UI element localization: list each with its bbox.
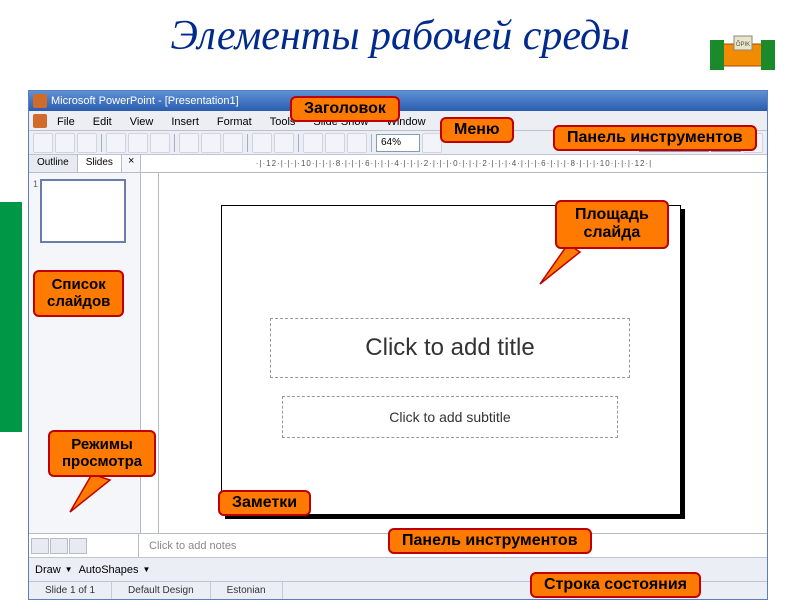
- status-design: Default Design: [112, 582, 211, 599]
- decor-green-left: [0, 202, 22, 432]
- menu-format[interactable]: Format: [209, 114, 260, 130]
- thumbnail-list: 1: [29, 173, 140, 533]
- callout-toolbar-bottom: Панель инструментов: [388, 528, 592, 554]
- callout-status: Строка состояния: [530, 572, 701, 598]
- slide-canvas[interactable]: Click to add title Click to add subtitle: [221, 205, 681, 515]
- separator: [298, 134, 299, 152]
- thumb-number: 1: [33, 179, 38, 189]
- help-button[interactable]: [422, 133, 442, 153]
- status-language: Estonian: [211, 582, 283, 599]
- callout-toolbar-top: Панель инструментов: [553, 125, 757, 151]
- redo-button[interactable]: [274, 133, 294, 153]
- undo-button[interactable]: [252, 133, 272, 153]
- menu-file[interactable]: File: [49, 114, 83, 130]
- opik-logo: ÕPIK: [710, 30, 775, 78]
- callout-menu: Меню: [440, 117, 514, 143]
- notes-placeholder[interactable]: Click to add notes: [139, 540, 236, 552]
- powerpoint-window: Microsoft PowerPoint - [Presentation1] F…: [28, 90, 768, 600]
- save-button[interactable]: [77, 133, 97, 153]
- separator: [247, 134, 248, 152]
- autoshapes-menu[interactable]: AutoShapes: [77, 564, 141, 576]
- doc-icon: [33, 114, 47, 128]
- horizontal-ruler: ·|·12·|·|·|·10·|·|·|·8·|·|·|·6·|·|·|·4·|…: [141, 155, 767, 173]
- draw-menu[interactable]: Draw: [33, 564, 63, 576]
- table-button[interactable]: [325, 133, 345, 153]
- callout-slide-area: Площадь слайда: [555, 200, 669, 249]
- tab-slides[interactable]: Slides: [78, 155, 122, 172]
- subtitle-placeholder[interactable]: Click to add subtitle: [282, 396, 618, 438]
- tab-outline[interactable]: Outline: [29, 155, 78, 172]
- open-button[interactable]: [55, 133, 75, 153]
- slideshow-view-button[interactable]: [69, 538, 87, 554]
- preview-button[interactable]: [128, 133, 148, 153]
- paste-button[interactable]: [223, 133, 243, 153]
- separator: [174, 134, 175, 152]
- sorter-view-button[interactable]: [50, 538, 68, 554]
- callout-slide-list: Список слайдов: [33, 270, 124, 317]
- menu-edit[interactable]: Edit: [85, 114, 120, 130]
- close-panel-icon[interactable]: ×: [122, 155, 140, 172]
- new-button[interactable]: [33, 133, 53, 153]
- view-mode-buttons: [29, 534, 139, 557]
- title-placeholder[interactable]: Click to add title: [270, 318, 630, 378]
- separator: [101, 134, 102, 152]
- callout-title: Заголовок: [290, 96, 400, 122]
- callout-view-modes: Режимы просмотра: [48, 430, 156, 477]
- copy-button[interactable]: [201, 133, 221, 153]
- normal-view-button[interactable]: [31, 538, 49, 554]
- cut-button[interactable]: [179, 133, 199, 153]
- chart-button[interactable]: [303, 133, 323, 153]
- app-icon: [33, 94, 47, 108]
- tables-button[interactable]: [347, 133, 367, 153]
- callout-notes: Заметки: [218, 490, 311, 516]
- vertical-ruler: [141, 173, 159, 533]
- spell-button[interactable]: [150, 133, 170, 153]
- canvas-area: ·|·12·|·|·|·10·|·|·|·8·|·|·|·6·|·|·|·4·|…: [141, 155, 767, 533]
- window-title: Microsoft PowerPoint - [Presentation1]: [51, 95, 239, 107]
- svg-text:ÕPIK: ÕPIK: [736, 41, 750, 48]
- page-title: Элементы рабочей среды: [0, 12, 800, 60]
- status-slide: Slide 1 of 1: [29, 582, 112, 599]
- slide-thumbnail-1[interactable]: [40, 179, 126, 243]
- print-button[interactable]: [106, 133, 126, 153]
- zoom-combo[interactable]: 64%: [376, 134, 420, 152]
- menu-insert[interactable]: Insert: [163, 114, 207, 130]
- menu-view[interactable]: View: [122, 114, 162, 130]
- panel-tabs: Outline Slides ×: [29, 155, 140, 173]
- separator: [371, 134, 372, 152]
